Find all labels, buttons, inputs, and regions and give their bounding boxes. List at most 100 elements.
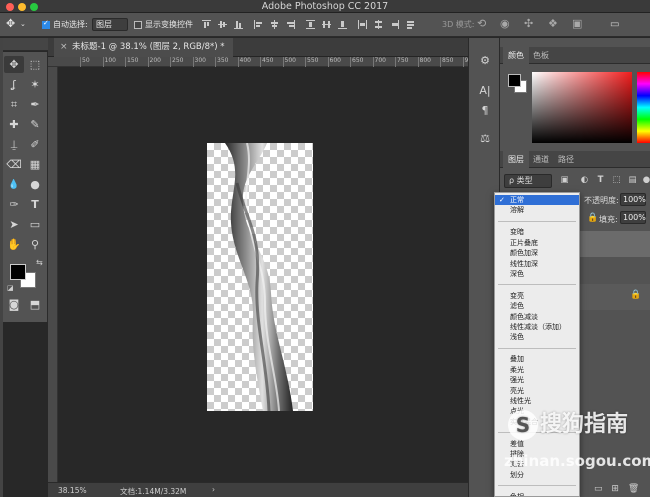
gradient-tool-icon[interactable]: ▦	[25, 156, 45, 173]
filter-toggle-icon[interactable]: ●	[642, 175, 650, 186]
blend-mode-item[interactable]: 变亮	[495, 291, 579, 301]
new-group-icon[interactable]: ▭	[594, 484, 603, 494]
blend-mode-item[interactable]: 划分	[495, 470, 579, 480]
close-document-icon[interactable]: ×	[60, 38, 68, 57]
blend-mode-item[interactable]: 线性减淡（添加）	[495, 322, 579, 332]
hand-tool-icon[interactable]: ✋	[4, 236, 24, 253]
history-panel-icon[interactable]: ⚙	[476, 52, 494, 69]
align-top-icon[interactable]	[202, 20, 211, 29]
blend-mode-item[interactable]: 亮光	[495, 386, 579, 396]
canvas-area[interactable]	[59, 67, 468, 482]
toolbar-header[interactable]	[3, 38, 48, 51]
distribute-vcenter-icon[interactable]	[322, 20, 331, 29]
distribute-bottom-icon[interactable]	[338, 20, 347, 29]
blend-mode-item[interactable]: 强光	[495, 375, 579, 385]
align-vcenter-icon[interactable]	[218, 20, 227, 29]
type-tool-icon[interactable]: T	[25, 196, 45, 213]
blend-mode-item[interactable]: 变暗	[495, 227, 579, 237]
3d-slide-icon[interactable]: ❖	[548, 17, 558, 30]
dodge-tool-icon[interactable]: ●	[25, 176, 45, 193]
3d-scale-icon[interactable]: ▣	[572, 17, 582, 30]
rectangle-tool-icon[interactable]: ▭	[25, 216, 45, 233]
pixel-filter-icon[interactable]: ▣	[560, 175, 569, 186]
workspace-icon[interactable]: ▭	[610, 18, 619, 31]
align-left-icon[interactable]	[254, 20, 263, 29]
move-tool-preset-icon[interactable]: ✥	[6, 17, 15, 30]
pen-tool-icon[interactable]: ✑	[4, 196, 24, 213]
lock-icon[interactable]: 🔒	[587, 213, 598, 223]
layer-row-background[interactable]: 🔒	[580, 284, 650, 310]
blend-mode-item[interactable]: 滤色	[495, 301, 579, 311]
show-transform-checkbox[interactable]	[134, 21, 142, 29]
history-brush-tool-icon[interactable]: ✐	[25, 136, 45, 153]
3d-pan-icon[interactable]: ✣	[524, 17, 533, 30]
layer-kind-filter[interactable]: ρ 类型	[504, 174, 552, 188]
align-hcenter-icon[interactable]	[270, 20, 279, 29]
crop-tool-icon[interactable]: ⌗	[4, 96, 24, 113]
auto-select-target-dropdown[interactable]: 图层	[92, 18, 128, 31]
blend-mode-item[interactable]: 颜色加深	[495, 248, 579, 258]
distribute-right-icon[interactable]	[390, 20, 399, 29]
blend-mode-item[interactable]: 色相	[495, 492, 579, 496]
type-filter-icon[interactable]: T	[596, 175, 605, 186]
path-selection-tool-icon[interactable]: ➤	[4, 216, 24, 233]
healing-brush-tool-icon[interactable]: ✚	[4, 116, 24, 133]
blend-mode-item[interactable]: 溶解	[495, 205, 579, 215]
properties-panel-icon[interactable]: ⚖	[476, 130, 494, 147]
shape-filter-icon[interactable]: ⬚	[612, 175, 621, 186]
screen-mode-icon[interactable]: ⬒	[25, 296, 45, 313]
auto-select-checkbox[interactable]	[42, 19, 50, 29]
eraser-tool-icon[interactable]: ⌫	[4, 156, 24, 173]
new-layer-icon[interactable]: ⊞	[611, 484, 619, 494]
blend-mode-item[interactable]: 柔光	[495, 365, 579, 375]
character-panel-icon[interactable]: A|	[476, 82, 494, 99]
brush-tool-icon[interactable]: ✎	[25, 116, 45, 133]
blend-mode-item[interactable]: 线性加深	[495, 259, 579, 269]
move-tool-icon[interactable]: ✥	[4, 56, 24, 73]
smart-object-filter-icon[interactable]: ▤	[628, 175, 637, 186]
blur-tool-icon[interactable]: 💧	[4, 176, 24, 193]
blend-mode-item[interactable]: 深色	[495, 269, 579, 279]
distribute-hcenter-icon[interactable]	[374, 20, 383, 29]
panel-foreground-swatch[interactable]	[508, 74, 521, 87]
blend-mode-item[interactable]: 浅色	[495, 332, 579, 342]
eyedropper-tool-icon[interactable]: ✒	[25, 96, 45, 113]
fill-field[interactable]: 100%	[620, 211, 646, 224]
document-canvas[interactable]	[207, 143, 313, 411]
status-info-arrow-icon[interactable]: ›	[212, 485, 215, 494]
blend-mode-item[interactable]: 叠加	[495, 354, 579, 364]
tab-swatches[interactable]: 色板	[528, 47, 554, 64]
blend-mode-item[interactable]: 线性光	[495, 396, 579, 406]
layer-row-selected[interactable]	[580, 231, 650, 257]
tab-color[interactable]: 颜色	[503, 47, 529, 64]
clone-stamp-tool-icon[interactable]: ⍊	[4, 136, 24, 153]
blend-mode-item[interactable]: 正片叠底	[495, 238, 579, 248]
auto-align-icon[interactable]	[406, 20, 415, 29]
magic-wand-tool-icon[interactable]: ✶	[25, 76, 45, 93]
tab-channels[interactable]: 通道	[528, 151, 554, 168]
3d-roll-icon[interactable]: ◉	[500, 17, 510, 30]
zoom-tool-icon[interactable]: ⚲	[25, 236, 45, 253]
swap-colors-icon[interactable]: ⇆	[36, 258, 43, 267]
delete-layer-icon[interactable]: 🗑	[628, 484, 639, 494]
blend-mode-item[interactable]: 颜色减淡	[495, 312, 579, 322]
adjustment-filter-icon[interactable]: ◐	[580, 175, 589, 186]
quick-mask-icon[interactable]: ◙	[4, 296, 24, 313]
tab-paths[interactable]: 路径	[553, 151, 579, 168]
align-bottom-icon[interactable]	[234, 20, 243, 29]
align-right-icon[interactable]	[286, 20, 295, 29]
lasso-tool-icon[interactable]: ʆ	[4, 76, 24, 93]
opacity-field[interactable]: 100%	[620, 193, 646, 206]
color-picker-field[interactable]	[532, 72, 632, 143]
blend-mode-item[interactable]: 正常 ✓	[495, 195, 579, 206]
zoom-level[interactable]: 38.15%	[58, 486, 87, 495]
marquee-tool-icon[interactable]: ⬚	[25, 56, 45, 73]
distribute-left-icon[interactable]	[358, 20, 367, 29]
default-colors-icon[interactable]: ◪	[7, 284, 14, 292]
hue-slider[interactable]	[637, 72, 650, 143]
chevron-down-icon[interactable]: ⌄	[20, 18, 26, 31]
distribute-top-icon[interactable]	[306, 20, 315, 29]
tab-layers[interactable]: 图层	[503, 151, 529, 168]
3d-orbit-icon[interactable]: ⟲	[477, 17, 486, 30]
document-tab[interactable]: × 未标题-1 @ 38.1% (图层 2, RGB/8*) *	[54, 38, 233, 57]
